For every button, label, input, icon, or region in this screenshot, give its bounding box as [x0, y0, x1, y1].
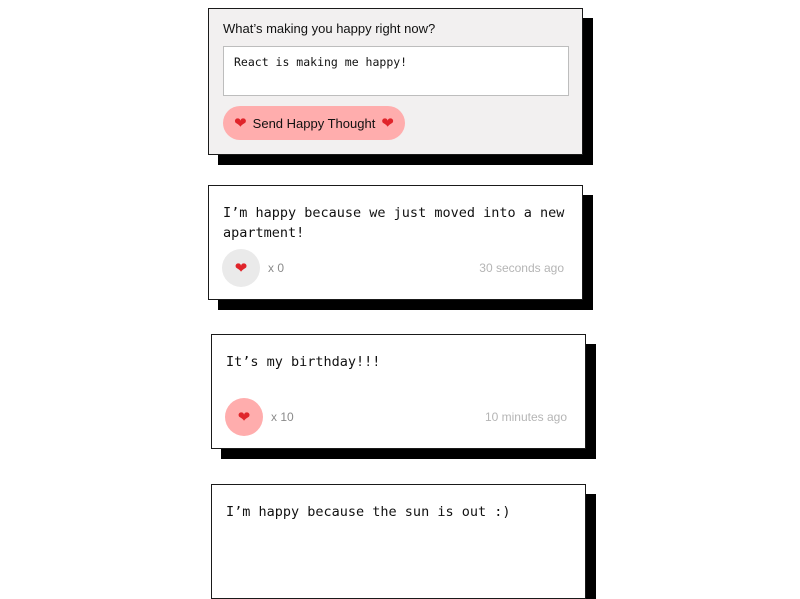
heart-icon: ❤ — [381, 114, 394, 132]
like-count: x 0 — [268, 261, 285, 275]
heart-icon: ❤ — [237, 408, 251, 426]
like-button[interactable]: ❤ — [225, 398, 263, 436]
heart-icon: ❤ — [234, 259, 248, 277]
like-count: x 10 — [271, 410, 294, 424]
send-happy-thought-button[interactable]: ❤ Send Happy Thought ❤ — [223, 106, 405, 140]
thought-card: I’m happy because we just moved into a n… — [208, 185, 583, 300]
like-button[interactable]: ❤ — [222, 249, 260, 287]
thought-timestamp: 30 seconds ago — [479, 261, 564, 275]
thought-message: I’m happy because the sun is out :) — [226, 504, 511, 520]
form-title: What’s making you happy right now? — [223, 21, 436, 36]
send-button-label: Send Happy Thought — [252, 115, 376, 131]
heart-icon: ❤ — [234, 114, 247, 132]
thought-card: I’m happy because the sun is out :) — [211, 484, 586, 599]
thought-message: I’m happy because we just moved into a n… — [223, 205, 565, 241]
thought-form: What’s making you happy right now? ❤ Sen… — [208, 8, 583, 155]
thought-card: It’s my birthday!!! ❤ x 10 10 minutes ag… — [211, 334, 586, 449]
thought-message: It’s my birthday!!! — [226, 354, 381, 370]
thought-timestamp: 10 minutes ago — [484, 410, 567, 424]
thought-input[interactable] — [223, 46, 569, 96]
